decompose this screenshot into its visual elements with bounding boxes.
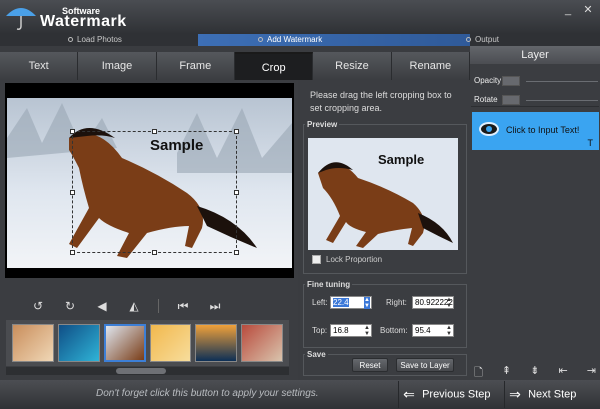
step-progress-bar: Load Photos Add Watermark Output bbox=[0, 34, 600, 46]
crop-handle[interactable] bbox=[234, 129, 239, 134]
image-toolbar: ↺ ↻ ◀ ◭ ⏮ ⏭ bbox=[30, 298, 270, 314]
layer-panel: Layer Opacity Rotate Click to Input Text… bbox=[470, 46, 600, 380]
layer-list: Click to Input Text! T bbox=[471, 106, 599, 361]
rotate-spinbox[interactable] bbox=[502, 95, 520, 105]
top-spinbox[interactable]: 16.8 ▲ ▼ bbox=[330, 324, 372, 337]
left-label: Left: bbox=[312, 298, 328, 307]
crop-settings-panel: Please drag the left cropping box to set… bbox=[300, 80, 470, 380]
text-layer-icon: T bbox=[587, 138, 594, 148]
next-image-icon[interactable]: ⏭ bbox=[207, 298, 223, 314]
thumbnail-item[interactable] bbox=[241, 324, 283, 362]
step-dot-icon bbox=[258, 37, 263, 43]
thumbnail-item[interactable] bbox=[103, 324, 146, 362]
export-icon[interactable]: ⇥ bbox=[587, 364, 596, 378]
eye-icon[interactable] bbox=[479, 122, 499, 136]
crop-handle[interactable] bbox=[234, 250, 239, 255]
rotate-slider[interactable] bbox=[526, 100, 598, 101]
fine-tuning-section bbox=[303, 284, 467, 348]
minimize-button[interactable]: _ bbox=[560, 3, 576, 17]
layer-panel-title: Layer bbox=[470, 46, 600, 64]
crop-handle[interactable] bbox=[152, 250, 157, 255]
thumbnail-item[interactable] bbox=[57, 324, 100, 362]
layer-item-text[interactable]: Click to Input Text! bbox=[506, 125, 579, 135]
fine-tuning-title: Fine tuning bbox=[305, 280, 353, 289]
apply-settings-hint: Don't forget click this button to apply … bbox=[96, 388, 319, 399]
rotate-label: Rotate bbox=[474, 95, 498, 104]
title-bar: Software Watermark _ ✕ bbox=[0, 0, 600, 34]
tab-text[interactable]: Text bbox=[0, 52, 79, 80]
brand-main-text: Watermark bbox=[40, 13, 127, 30]
crop-handle[interactable] bbox=[70, 129, 75, 134]
step-add-watermark[interactable]: Add Watermark bbox=[198, 34, 470, 46]
image-editor-panel: Sample ↺ ↻ ◀ ◭ ⏮ ⏭ bbox=[0, 80, 298, 380]
bottom-label: Bottom: bbox=[380, 326, 408, 335]
thumbnail-item[interactable] bbox=[12, 324, 54, 362]
rotate-right-icon[interactable]: ↻ bbox=[62, 298, 78, 314]
lock-proportion-label: Lock Proportion bbox=[326, 255, 383, 264]
opacity-spinbox[interactable] bbox=[502, 76, 520, 86]
arrow-left-icon: ⇐ bbox=[403, 386, 415, 402]
save-to-layer-button[interactable]: Save to Layer bbox=[396, 358, 454, 372]
spin-arrows-icon[interactable]: ▲ ▼ bbox=[446, 297, 452, 309]
spin-arrows-icon[interactable]: ▲ ▼ bbox=[364, 297, 370, 309]
crop-instruction: Please drag the left cropping box to set… bbox=[310, 90, 452, 113]
spin-arrows-icon[interactable]: ▲ ▼ bbox=[446, 325, 452, 337]
opacity-slider[interactable] bbox=[526, 81, 598, 82]
left-spinbox[interactable]: 22.4 ▲ ▼ bbox=[330, 296, 372, 309]
move-up-icon[interactable]: ⇞ bbox=[502, 364, 511, 378]
preview-sample-text: Sample bbox=[378, 152, 425, 167]
previous-image-icon[interactable]: ⏮ bbox=[175, 298, 191, 314]
flip-horizontal-icon[interactable]: ◀ bbox=[94, 298, 110, 314]
scroll-thumb[interactable] bbox=[116, 368, 166, 374]
reset-button[interactable]: Reset bbox=[352, 358, 388, 372]
tab-resize[interactable]: Resize bbox=[313, 52, 392, 80]
save-title: Save bbox=[305, 350, 328, 359]
right-spinbox[interactable]: 80.922222 ▲ ▼ bbox=[412, 296, 454, 309]
tool-tabs: Text Image Frame Crop Resize Rename bbox=[0, 52, 470, 80]
rotate-left-icon[interactable]: ↺ bbox=[30, 298, 46, 314]
umbrella-logo-icon bbox=[6, 8, 36, 30]
close-button[interactable]: ✕ bbox=[580, 3, 596, 17]
move-down-icon[interactable]: ⇟ bbox=[530, 364, 539, 378]
layer-toolbar: 🗋 ⇞ ⇟ ⇤ ⇥ bbox=[474, 364, 596, 379]
tab-image[interactable]: Image bbox=[78, 52, 157, 80]
checkbox-icon[interactable] bbox=[312, 255, 321, 264]
right-label: Right: bbox=[386, 298, 407, 307]
top-label: Top: bbox=[312, 326, 328, 335]
toolbar-divider bbox=[158, 299, 159, 313]
watermark-sample-text[interactable]: Sample bbox=[150, 137, 203, 154]
lock-proportion-checkbox[interactable]: Lock Proportion bbox=[312, 255, 382, 264]
new-file-icon[interactable]: 🗋 bbox=[474, 364, 483, 379]
thumbnail-item[interactable] bbox=[149, 324, 192, 362]
app-window: Software Watermark _ ✕ Load Photos Add W… bbox=[0, 0, 600, 409]
bottom-bar: Don't forget click this button to apply … bbox=[0, 380, 600, 409]
tab-rename[interactable]: Rename bbox=[391, 52, 470, 80]
bottom-spinbox[interactable]: 95.4 ▲ ▼ bbox=[412, 324, 454, 337]
step-dot-icon bbox=[68, 37, 73, 43]
import-icon[interactable]: ⇤ bbox=[558, 364, 567, 378]
image-canvas[interactable]: Sample bbox=[5, 83, 294, 278]
crop-handle[interactable] bbox=[70, 190, 75, 195]
previous-step-button[interactable]: ⇐ Previous Step bbox=[398, 381, 501, 408]
window-controls: _ ✕ bbox=[560, 3, 596, 17]
tab-crop[interactable]: Crop bbox=[234, 52, 314, 80]
next-step-button[interactable]: ⇒ Next Step bbox=[504, 381, 600, 408]
thumbnail-strip bbox=[6, 320, 289, 366]
preview-title: Preview bbox=[305, 120, 340, 129]
step-output[interactable]: Output bbox=[466, 34, 499, 46]
step-dot-icon bbox=[466, 37, 471, 43]
thumbnail-item[interactable] bbox=[195, 324, 238, 362]
arrow-right-icon: ⇒ bbox=[509, 386, 521, 402]
crop-handle[interactable] bbox=[234, 190, 239, 195]
opacity-label: Opacity bbox=[474, 76, 502, 85]
crop-handle[interactable] bbox=[152, 129, 157, 134]
crop-preview: Sample bbox=[308, 138, 458, 250]
step-load-photos[interactable]: Load Photos bbox=[68, 34, 122, 46]
crop-handle[interactable] bbox=[70, 250, 75, 255]
flip-vertical-icon[interactable]: ◭ bbox=[126, 298, 142, 314]
layer-item[interactable]: Click to Input Text! T bbox=[472, 112, 599, 150]
thumbnail-scrollbar[interactable] bbox=[6, 367, 289, 375]
spin-arrows-icon[interactable]: ▲ ▼ bbox=[364, 325, 370, 337]
tab-frame[interactable]: Frame bbox=[156, 52, 235, 80]
